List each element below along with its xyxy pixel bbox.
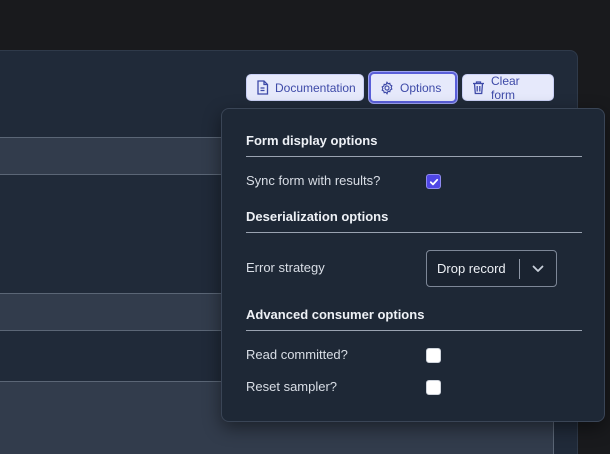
document-icon [257,80,269,95]
reset-sampler-checkbox[interactable] [426,380,441,395]
reset-sampler-label: Reset sampler? [246,379,338,394]
read-committed-label: Read committed? [246,347,348,362]
documentation-button[interactable]: Documentation [246,74,364,101]
section-divider [246,232,582,233]
sync-form-label: Sync form with results? [246,173,381,188]
form-display-options-heading: Form display options [246,133,378,148]
gear-icon [381,80,393,95]
advanced-consumer-options-heading: Advanced consumer options [246,307,425,322]
options-label: Options [400,80,442,95]
sync-form-checkbox[interactable] [426,174,441,189]
clear-form-button[interactable]: Clear form [462,73,554,102]
trash-icon [473,81,484,95]
clear-form-label: Clear form [491,73,520,102]
options-popover: Form display options Sync form with resu… [221,108,605,422]
deserialization-options-heading: Deserialization options [246,209,389,224]
section-divider [246,156,582,157]
read-committed-checkbox[interactable] [426,348,441,363]
error-strategy-label: Error strategy [246,260,325,275]
error-strategy-select[interactable]: Drop record [426,250,557,287]
chevron-down-icon [520,265,556,273]
error-strategy-value: Drop record [437,261,506,276]
options-button[interactable]: Options [369,72,457,103]
section-divider [246,330,582,331]
checkmark-icon [429,178,438,185]
documentation-label: Documentation [275,80,356,95]
